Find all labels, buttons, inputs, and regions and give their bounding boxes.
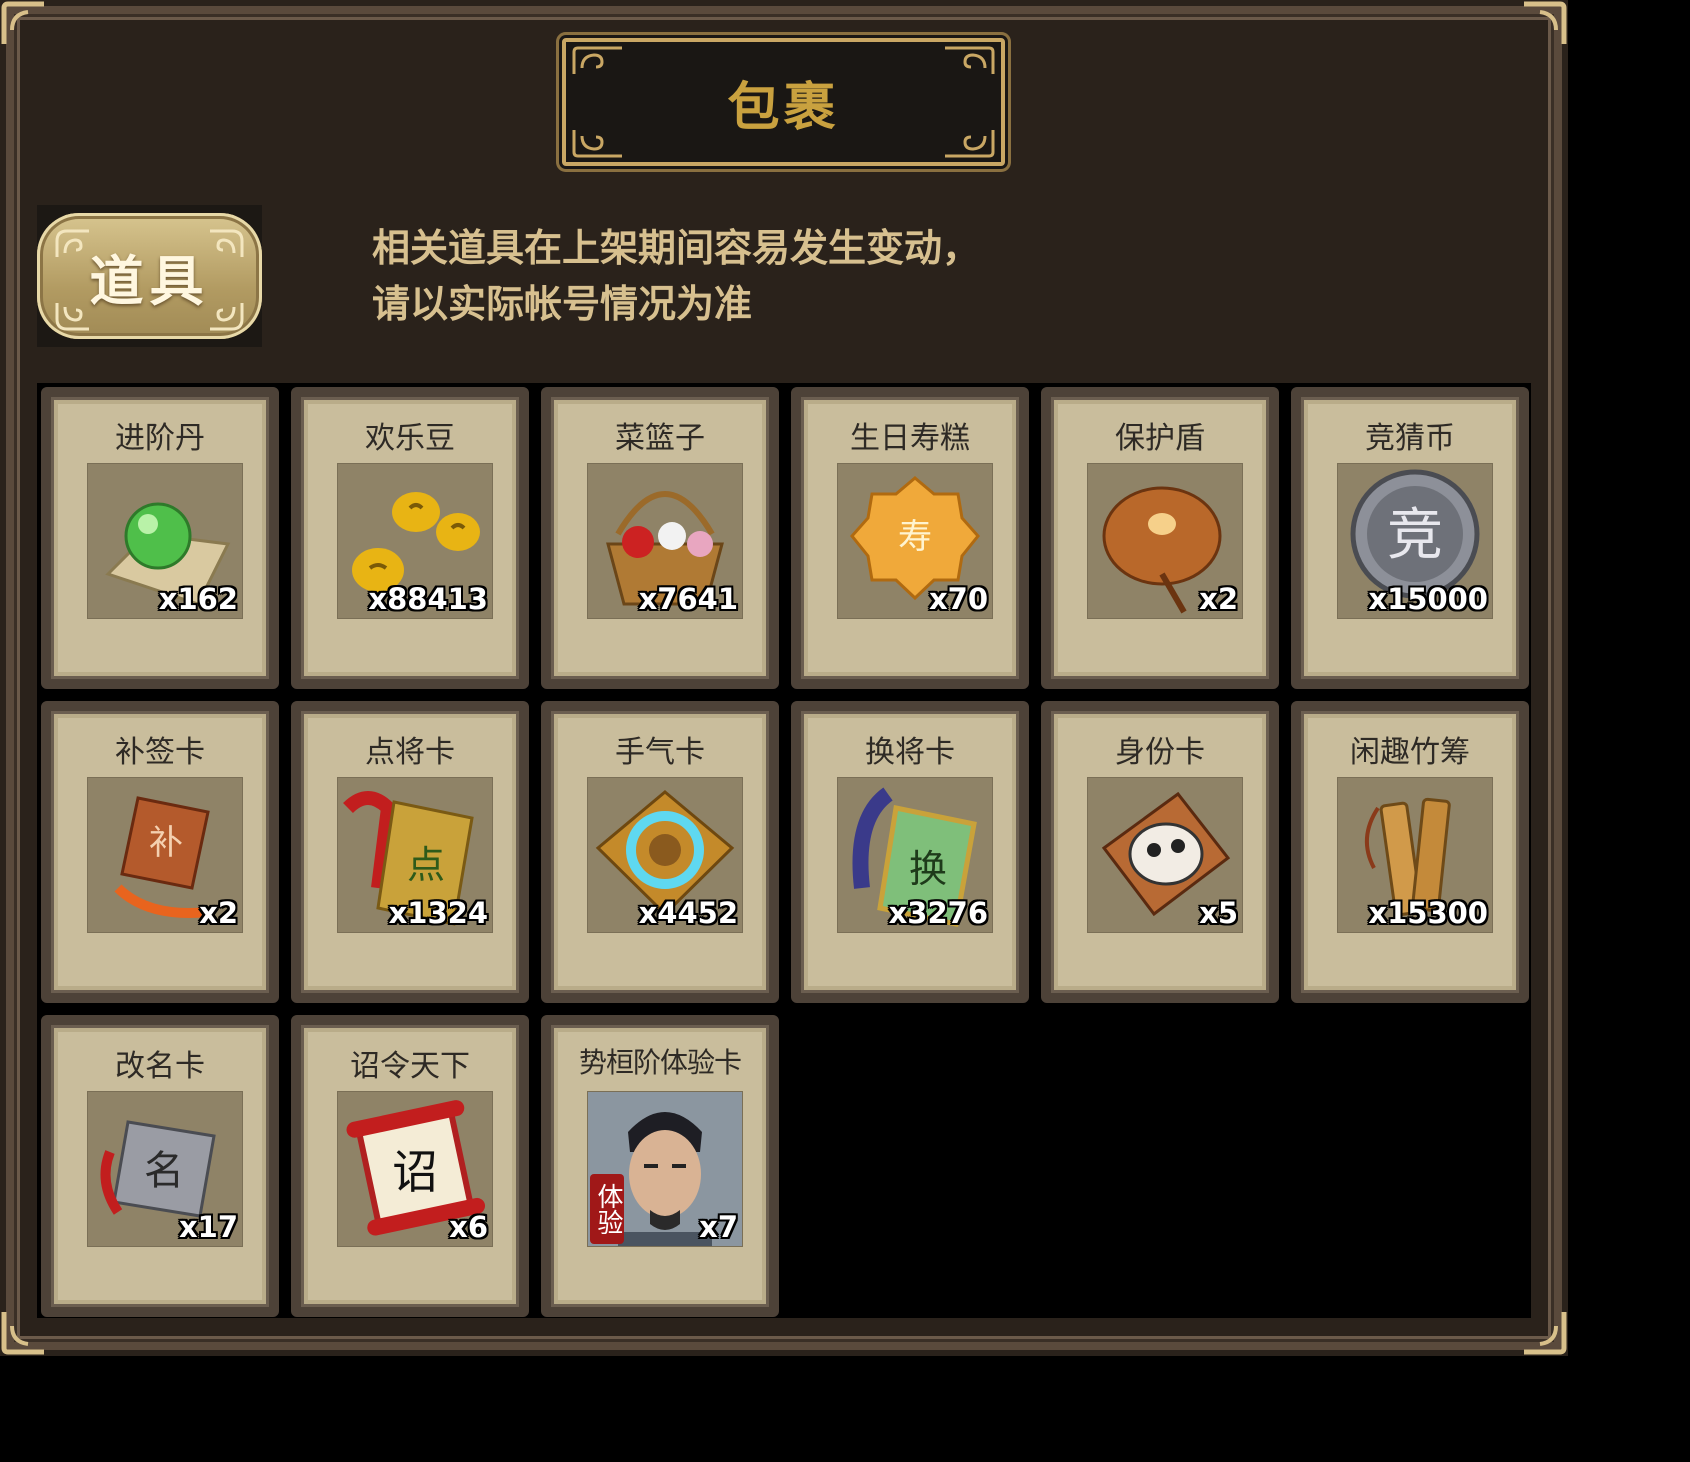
item-name: 生日寿糕 (850, 421, 970, 456)
flower-basket-icon: x7641 (587, 463, 743, 619)
trial-badge: 体验 (590, 1174, 624, 1244)
svg-text:点: 点 (407, 843, 445, 887)
svg-text:名: 名 (144, 1148, 184, 1194)
svg-text:寿: 寿 (898, 517, 932, 557)
item-card[interactable]: 保护盾 x2 (1041, 387, 1279, 689)
item-name: 改名卡 (115, 1049, 205, 1084)
luck-card-icon: x4452 (587, 777, 743, 933)
item-quantity: x4452 (638, 896, 738, 930)
item-name: 菜篮子 (615, 421, 705, 456)
item-name: 保护盾 (1115, 421, 1205, 456)
item-card[interactable]: 竞猜币竞 x15000 (1291, 387, 1529, 689)
notice-line-1: 相关道具在上架期间容易发生变动， (372, 226, 981, 270)
item-quantity: x15300 (1368, 896, 1488, 930)
item-quantity: x3276 (888, 896, 988, 930)
item-card[interactable]: 换将卡换 x3276 (791, 701, 1029, 1003)
item-quantity: x70 (928, 582, 988, 616)
item-name: 诏令天下 (350, 1049, 470, 1084)
title-plate: 包裹 (562, 38, 1005, 166)
item-quantity: x17 (178, 1210, 238, 1244)
item-name: 身份卡 (1115, 735, 1205, 770)
item-name: 补签卡 (115, 735, 205, 770)
bamboo-tokens-icon: x15300 (1337, 777, 1493, 933)
item-card[interactable]: 菜篮子 x7641 (541, 387, 779, 689)
corner-ornament-icon (0, 0, 48, 48)
item-quantity: x88413 (368, 582, 488, 616)
green-orb-icon: x162 (87, 463, 243, 619)
sign-card-icon: 补 x2 (87, 777, 243, 933)
item-quantity: x2 (1199, 582, 1238, 616)
item-quantity: x7641 (638, 582, 738, 616)
item-card[interactable]: 闲趣竹筹 x15300 (1291, 701, 1529, 1003)
shield-icon: x2 (1087, 463, 1243, 619)
item-quantity: x7 (699, 1210, 738, 1244)
item-card[interactable]: 点将卡点 x1324 (291, 701, 529, 1003)
item-quantity: x6 (449, 1210, 488, 1244)
rename-card-icon: 名 x17 (87, 1091, 243, 1247)
svg-text:竞: 竞 (1387, 503, 1443, 568)
item-card[interactable]: 改名卡名 x17 (41, 1015, 279, 1317)
scroll-icon: 诏 x6 (337, 1091, 493, 1247)
item-name: 点将卡 (365, 735, 455, 770)
item-name: 竞猜币 (1365, 421, 1455, 456)
hero-portrait-icon: 体验 x7 (587, 1091, 743, 1247)
item-card[interactable]: 补签卡补 x2 (41, 701, 279, 1003)
item-name: 势桓阶体验卡 (578, 1046, 742, 1079)
item-quantity: x2 (199, 896, 238, 930)
tab-items-label: 道具 (89, 249, 210, 313)
svg-text:补: 补 (149, 823, 183, 863)
page-title: 包裹 (727, 77, 840, 138)
item-quantity: x5 (1199, 896, 1238, 930)
item-card[interactable]: 手气卡 x4452 (541, 701, 779, 1003)
item-card[interactable]: 诏令天下诏 x6 (291, 1015, 529, 1317)
svg-text:换: 换 (909, 847, 947, 891)
item-name: 进阶丹 (115, 421, 205, 456)
item-name: 手气卡 (615, 735, 705, 770)
tab-items[interactable]: 道具 (37, 205, 262, 347)
mask-card-icon: x5 (1087, 777, 1243, 933)
item-card[interactable]: 生日寿糕寿 x70 (791, 387, 1029, 689)
item-card[interactable]: 势桓阶体验卡体验 x7 (541, 1015, 779, 1317)
swap-card-icon: 换 x3276 (837, 777, 993, 933)
item-name: 换将卡 (865, 735, 955, 770)
notice-line-2: 请以实际帐号情况为准 (372, 282, 753, 326)
birthday-cake-icon: 寿 x70 (837, 463, 993, 619)
gold-beans-icon: x88413 (337, 463, 493, 619)
silver-coin-icon: 竞 x15000 (1337, 463, 1493, 619)
svg-text:诏: 诏 (392, 1145, 438, 1199)
item-card[interactable]: 身份卡 x5 (1041, 701, 1279, 1003)
general-card-icon: 点 x1324 (337, 777, 493, 933)
item-name: 欢乐豆 (365, 421, 455, 456)
notice-text: 相关道具在上架期间容易发生变动， 请以实际帐号情况为准 (372, 220, 1092, 332)
item-name: 闲趣竹筹 (1350, 735, 1470, 770)
item-card[interactable]: 欢乐豆 x88413 (291, 387, 529, 689)
item-quantity: x15000 (1368, 582, 1488, 616)
item-card[interactable]: 进阶丹 x162 (41, 387, 279, 689)
corner-ornament-icon (1520, 0, 1568, 48)
item-quantity: x162 (158, 582, 238, 616)
item-quantity: x1324 (388, 896, 488, 930)
